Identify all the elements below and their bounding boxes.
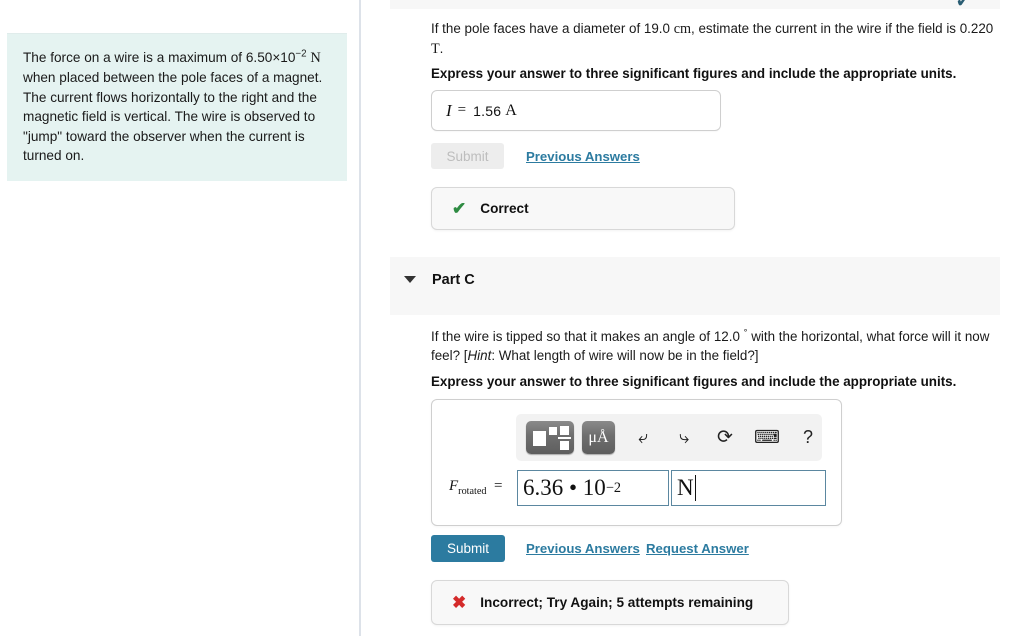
part-c-question-c: : What length of wire will now be in the… [491,348,759,363]
left-problem-panel: The force on a wire is a maximum of 6.50… [0,0,361,636]
part-b-feedback-correct: ✔ Correct [431,187,735,230]
caret-down-icon[interactable] [404,276,416,283]
part-b-submit-button[interactable]: Submit [431,143,504,169]
check-icon: ✔ [452,199,467,218]
units-button[interactable]: μÅ [582,421,615,454]
part-c-header-band[interactable] [390,257,1000,315]
part-c-feedback-incorrect: ✖ Incorrect; Try Again; 5 attempts remai… [431,580,789,625]
previous-part-band [390,0,1000,9]
part-c-feedback-text: Incorrect; Try Again; 5 attempts remaini… [480,595,754,610]
problem-statement-text-b: when placed between the pole faces of a … [23,70,323,164]
part-c-answer-label-sub: rotated [458,486,487,497]
problem-statement-exponent: −2 [295,48,307,60]
problem-statement-unit: N [310,50,321,66]
x-icon: ✖ [452,593,467,612]
part-c-value-text: 6.36 • 10 [523,475,606,500]
problem-statement-text-a: The force on a wire is a maximum of 6.50… [23,50,296,65]
part-c-unit-text: N [677,475,694,500]
part-b-question-a: If the pole faces have a diameter of 19.… [431,21,670,36]
reset-circle-icon[interactable]: ⟳ [711,421,739,454]
part-b-unit-cm: cm [673,21,692,37]
help-icon[interactable]: ? [797,421,819,454]
math-template-icon[interactable] [526,421,574,454]
part-c-equals: = [493,478,503,494]
part-b-instruction: Express your answer to three significant… [431,66,957,81]
part-c-value-input[interactable]: 6.36 • 10 −2 [517,470,669,506]
keyboard-icon[interactable]: ⌨ [752,421,782,454]
part-c-answer-label-base: F [449,478,459,494]
part-c-answer-label: Frotated = [449,478,502,497]
part-b-answer-field[interactable]: I = 1.56 A [431,90,721,131]
degree-symbol: ° [743,327,748,339]
part-b-question-d: . [439,41,444,56]
part-c-question-text: If the wire is tipped so that it makes a… [431,327,996,365]
part-c-previous-answers-link[interactable]: Previous Answers [526,541,640,556]
part-c-instruction: Express your answer to three significant… [431,374,957,389]
part-c-title: Part C [432,272,475,288]
check-icon: ✓ [955,0,981,10]
page-root: The force on a wire is a maximum of 6.50… [0,0,1024,636]
part-c-submit-button[interactable]: Submit [431,535,505,562]
part-b-question-c: 0.220 [959,21,994,36]
part-b-previous-answers-link[interactable]: Previous Answers [526,149,640,164]
part-c-request-answer-link[interactable]: Request Answer [646,541,749,556]
part-c-answer-widget: μÅ ⤶ ⤷ ⟳ ⌨ ? Frotated = 6.36 • 10 −2 N [431,399,842,526]
undo-arrow-icon[interactable]: ⤶ [629,421,657,454]
part-b-equals: = [457,102,467,118]
part-b-answer-value: 1.56 [473,102,502,119]
redo-arrow-icon[interactable]: ⤷ [670,421,698,454]
part-b-question-b: , estimate the current in the wire if th… [691,21,956,36]
part-b-question-text: If the pole faces have a diameter of 19.… [431,19,996,59]
right-content-column: ✓ If the pole faces have a diameter of 1… [363,0,1024,636]
math-toolbar: μÅ ⤶ ⤷ ⟳ ⌨ ? [516,414,822,461]
part-b-unit-t: T [431,41,440,57]
problem-statement: The force on a wire is a maximum of 6.50… [7,33,347,182]
part-c-unit-input[interactable]: N [671,470,826,506]
part-c-question-a: If the wire is tipped so that it makes a… [431,329,740,344]
part-b-answer-unit: A [505,101,517,119]
part-b-answer-variable: I [446,100,452,120]
part-c-hint-label: Hint [467,348,492,363]
part-b-feedback-text: Correct [480,201,529,216]
